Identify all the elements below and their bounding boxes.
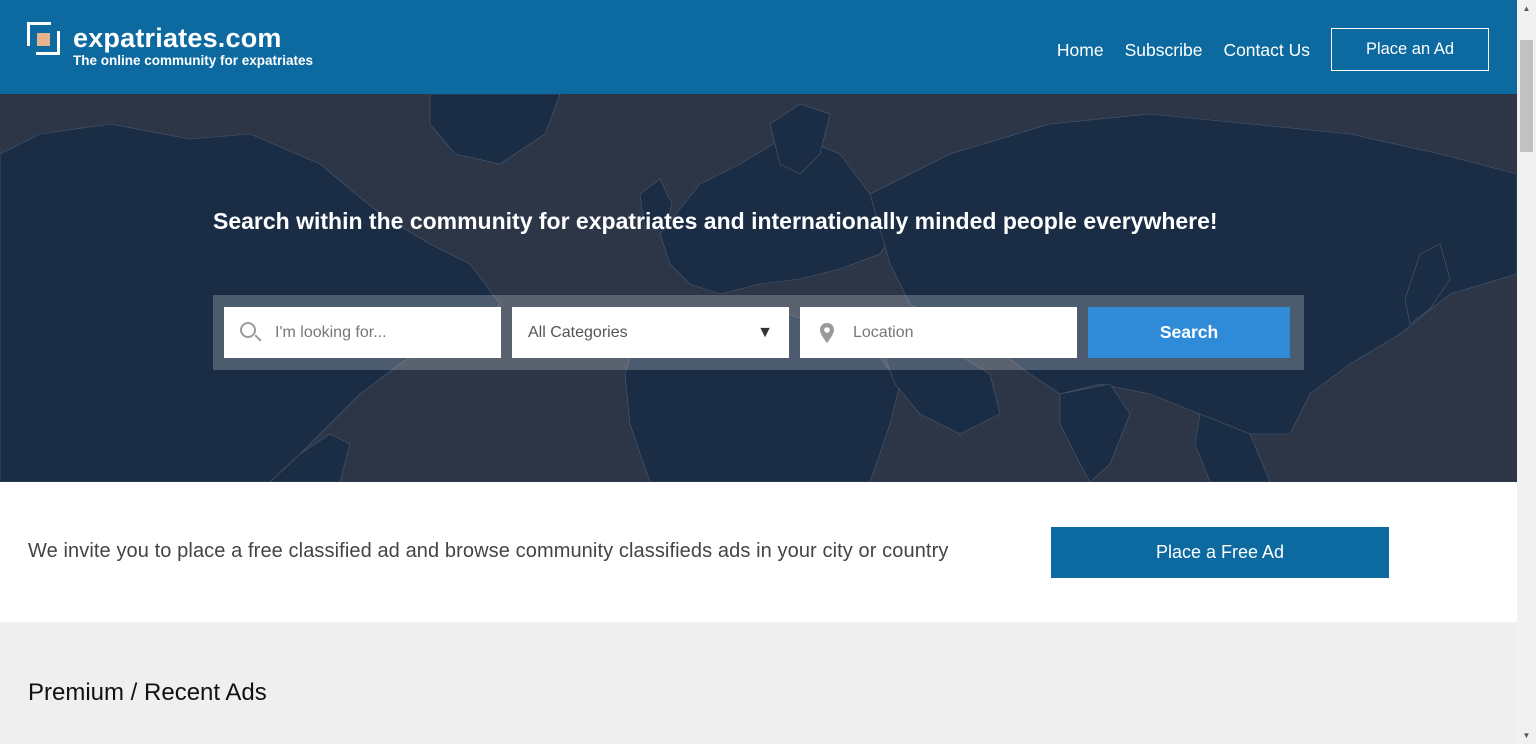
site-header: expatriates.com The online community for…: [0, 0, 1517, 94]
nav-subscribe-link[interactable]: Subscribe: [1125, 29, 1203, 71]
page-scrollbar[interactable]: ▲ ▼: [1517, 0, 1536, 744]
keyword-input[interactable]: [275, 323, 501, 342]
hero-title: Search within the community for expatria…: [213, 208, 1218, 234]
keyword-field[interactable]: [224, 307, 501, 358]
site-name: expatriates.com: [73, 23, 282, 53]
place-free-ad-button[interactable]: Place a Free Ad: [1051, 527, 1389, 578]
location-input[interactable]: [853, 323, 1077, 342]
scroll-down-arrow-icon[interactable]: ▼: [1517, 727, 1536, 744]
search-button[interactable]: Search: [1088, 307, 1290, 358]
place-ad-button[interactable]: Place an Ad: [1331, 28, 1489, 71]
invite-section: We invite you to place a free classified…: [0, 482, 1517, 622]
main-nav: Home Subscribe Contact Us Place an Ad: [1036, 28, 1489, 71]
scroll-up-arrow-icon[interactable]: ▲: [1517, 0, 1536, 17]
hero-section: Search within the community for expatria…: [0, 94, 1517, 482]
nav-contact-link[interactable]: Contact Us: [1223, 29, 1310, 71]
category-selected-value: All Categories: [528, 323, 628, 341]
location-field[interactable]: [800, 307, 1077, 358]
recent-ads-section: Premium / Recent Ads: [0, 622, 1517, 744]
site-logo[interactable]: expatriates.com The online community for…: [27, 22, 313, 67]
nav-home-link[interactable]: Home: [1057, 29, 1104, 71]
logo-mark-icon: [27, 22, 63, 58]
site-tagline: The online community for expatriates: [73, 53, 314, 68]
search-icon: [240, 321, 262, 344]
location-pin-icon: [820, 322, 834, 343]
recent-ads-title: Premium / Recent Ads: [28, 679, 267, 706]
invite-text: We invite you to place a free classified…: [28, 540, 949, 562]
scrollbar-thumb[interactable]: [1520, 40, 1533, 152]
world-map-background: [0, 94, 1517, 482]
category-select[interactable]: All Categories ▼: [512, 307, 789, 358]
dropdown-caret-icon: ▼: [757, 323, 773, 341]
search-bar: All Categories ▼ Search: [213, 295, 1304, 370]
